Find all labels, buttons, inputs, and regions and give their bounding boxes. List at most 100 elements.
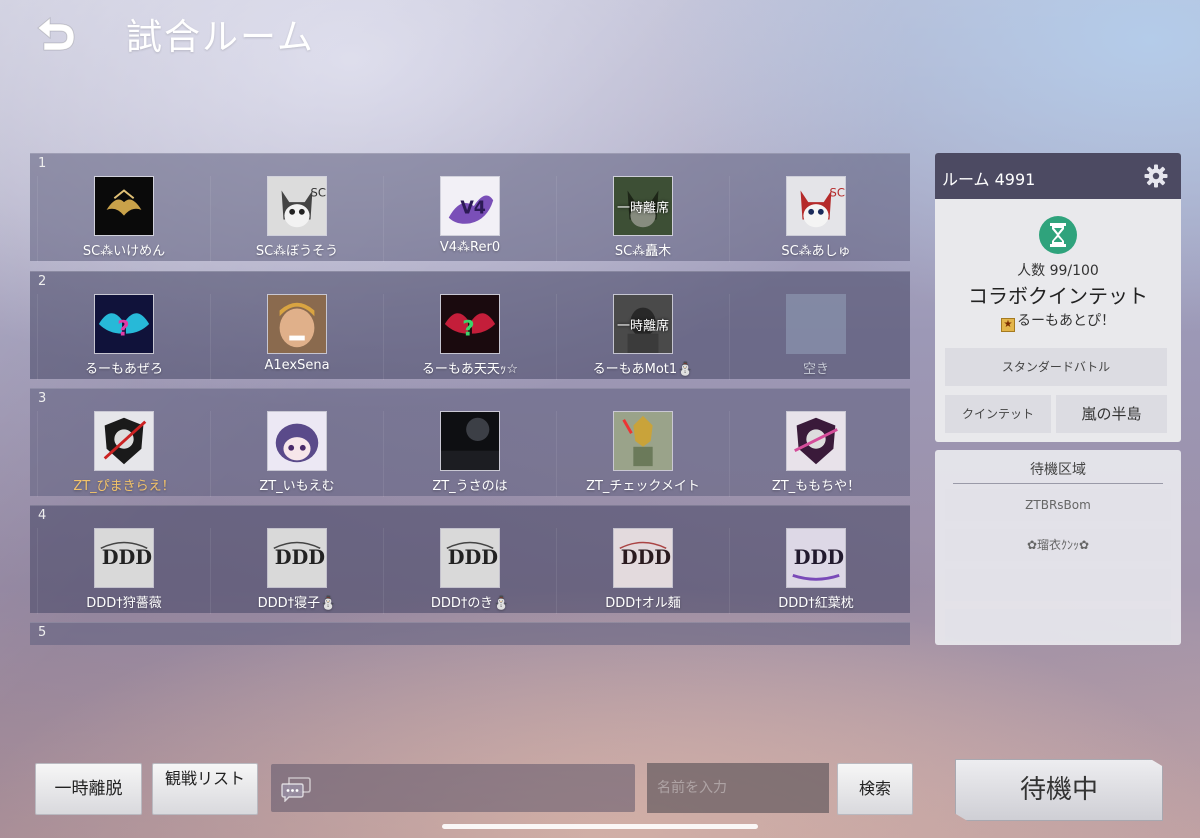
gear-icon xyxy=(1144,164,1168,188)
waiting-status-button[interactable]: 待機中 xyxy=(955,759,1163,821)
spectator-list-button[interactable]: 観戦リスト xyxy=(152,763,258,815)
svg-text:V4: V4 xyxy=(460,199,486,219)
divider xyxy=(953,483,1163,484)
player-avatar xyxy=(440,411,500,471)
waiting-member[interactable]: ZTBRsBom xyxy=(945,489,1171,521)
player-slot[interactable]: 一時離席 SC⁂矗木 xyxy=(556,176,729,262)
player-slot[interactable]: DDD DDD†オル麺 xyxy=(556,528,729,614)
hourglass-icon xyxy=(1038,215,1078,255)
player-avatar xyxy=(786,411,846,471)
player-avatar: DDD xyxy=(440,528,500,588)
player-avatar: V4 xyxy=(440,176,500,236)
player-name: ZT_いもえむ xyxy=(259,479,335,494)
player-slot[interactable]: ZT_ぴまきらえ！ xyxy=(37,411,210,497)
player-avatar: SC xyxy=(267,176,327,236)
player-slot[interactable]: 一時離席るーもあMot1⛄ xyxy=(556,294,729,380)
chat-icon xyxy=(281,776,311,803)
away-status: 一時離席 xyxy=(616,319,669,334)
search-button[interactable]: 検索 xyxy=(837,763,913,815)
svg-text:SC: SC xyxy=(830,185,845,199)
room-info-card: ルーム 4991 人数 99/100 コラボクインテット ★ るーもあとぴ！ ス… xyxy=(935,153,1181,442)
player-avatar: DDD xyxy=(786,528,846,588)
back-button[interactable] xyxy=(30,14,80,58)
player-search-input[interactable] xyxy=(647,763,829,813)
player-slot[interactable]: ZT_チェックメイト xyxy=(556,411,729,497)
team-row: 1 SC⁂いけめん SC SC⁂ぼうそう V4 V4⁂Rer0 一時離席 SC⁂矗木 SC SC⁂… xyxy=(30,153,910,262)
svg-text:DDD: DDD xyxy=(621,546,671,569)
player-name: ZT_ぴまきらえ！ xyxy=(73,479,175,494)
player-name: ZT_チェックメイト xyxy=(586,479,700,494)
player-name: SC⁂矗木 xyxy=(614,244,672,259)
player-name: SC⁂あしゅ xyxy=(781,244,851,259)
player-name: SC⁂ぼうそう xyxy=(255,244,339,259)
team-row: 5 xyxy=(30,622,910,645)
waiting-member[interactable] xyxy=(945,609,1171,641)
team-row: 4 DDD DDD†狩薔薇 DDD DDD†寝子⛄ DDD DDD†のき⛄ DDD DDD†オル… xyxy=(30,505,910,614)
team-number: 2 xyxy=(38,274,47,289)
svg-text:?: ? xyxy=(462,317,474,342)
svg-text:DDD: DDD xyxy=(794,546,844,569)
svg-text:DDD: DDD xyxy=(448,546,498,569)
player-name: るーもあMot1⛄ xyxy=(592,362,694,377)
player-name: るーもあぜろ xyxy=(84,362,163,377)
empty-player-slot[interactable]: 空き xyxy=(729,294,902,380)
player-slot[interactable]: ? るーもあ天天ｯ☆ xyxy=(383,294,556,380)
player-slot[interactable]: ZT_ももちや！ xyxy=(729,411,902,497)
waiting-member[interactable] xyxy=(945,569,1171,601)
player-slot[interactable]: V4 V4⁂Rer0 xyxy=(383,176,556,262)
player-name: ZT_ももちや！ xyxy=(771,479,861,494)
player-slot[interactable]: ? るーもあぜろ xyxy=(37,294,210,380)
svg-text:DDD: DDD xyxy=(275,546,325,569)
player-slot[interactable]: ZT_うさのは xyxy=(383,411,556,497)
player-slot[interactable]: DDD DDD†狩薔薇 xyxy=(37,528,210,614)
player-name: 空き xyxy=(802,362,829,377)
team-number: 5 xyxy=(38,625,47,640)
svg-text:DDD: DDD xyxy=(102,546,152,569)
player-slot[interactable]: ZT_いもえむ xyxy=(210,411,383,497)
player-slot[interactable]: SC⁂いけめん xyxy=(37,176,210,262)
home-indicator[interactable] xyxy=(442,824,758,829)
team-row: 3 ZT_ぴまきらえ！ ZT_いもえむ ZT_うさのは ZT_チェックメイト ZT_ももち… xyxy=(30,388,910,497)
chat-input[interactable] xyxy=(271,764,635,812)
svg-text:SC: SC xyxy=(311,185,326,199)
player-avatar: 一時離席 xyxy=(613,294,673,354)
player-name: DDD†紅葉枕 xyxy=(778,596,854,611)
player-slot[interactable]: SC SC⁂ぼうそう xyxy=(210,176,383,262)
temporary-leave-button[interactable]: 一時離脱 xyxy=(35,763,142,815)
empty-slot-box xyxy=(786,294,846,354)
team-list[interactable]: 1 SC⁂いけめん SC SC⁂ぼうそう V4 V4⁂Rer0 一時離席 SC⁂矗木 SC SC⁂… xyxy=(30,153,910,645)
room-settings-button[interactable] xyxy=(1143,163,1169,189)
player-avatar: ? xyxy=(440,294,500,354)
waiting-member[interactable]: ✿瑠衣ｸﾝｯ✿ xyxy=(945,529,1171,561)
player-name: DDD†のき⛄ xyxy=(430,596,510,611)
player-name: A1exSena xyxy=(264,358,330,373)
room-owner: ★ るーもあとぴ！ xyxy=(935,310,1181,332)
player-avatar: DDD xyxy=(613,528,673,588)
player-slot[interactable]: A1exSena xyxy=(210,294,383,380)
room-header: ルーム 4991 xyxy=(935,153,1181,199)
player-avatar xyxy=(267,411,327,471)
player-slot[interactable]: SC SC⁂あしゅ xyxy=(729,176,902,262)
player-slot[interactable]: DDD DDD†寝子⛄ xyxy=(210,528,383,614)
team-number: 3 xyxy=(38,391,47,406)
team-number: 1 xyxy=(38,156,47,171)
spectator-list-label: 観戦リスト xyxy=(164,769,245,788)
player-count: 人数 99/100 xyxy=(1017,263,1099,279)
waiting-area: 待機区域 ZTBRsBom ✿瑠衣ｸﾝｯ✿ xyxy=(935,450,1181,645)
player-name: SC⁂いけめん xyxy=(82,244,166,259)
player-avatar: DDD xyxy=(267,528,327,588)
room-id: ルーム 4991 xyxy=(942,170,1036,189)
player-slot[interactable]: DDD DDD†のき⛄ xyxy=(383,528,556,614)
map-name: 嵐の半島 xyxy=(1056,395,1167,433)
room-name: コラボクインテット xyxy=(968,284,1148,308)
player-slot[interactable]: DDD DDD†紅葉枕 xyxy=(729,528,902,614)
room-owner-name: るーもあとぴ！ xyxy=(1017,313,1115,329)
battle-mode: スタンダードバトル xyxy=(945,348,1167,386)
team-row: 2? るーもあぜろ A1exSena? るーもあ天天ｯ☆ 一時離席 るーもあMot1⛄ 空き xyxy=(30,271,910,380)
team-format: クインテット xyxy=(945,395,1051,433)
player-name: ZT_うさのは xyxy=(432,479,508,494)
owner-star-icon: ★ xyxy=(1001,318,1015,332)
waiting-area-title: 待機区域 xyxy=(1030,462,1086,478)
player-name: DDD†狩薔薇 xyxy=(86,596,162,611)
player-avatar xyxy=(267,294,327,354)
